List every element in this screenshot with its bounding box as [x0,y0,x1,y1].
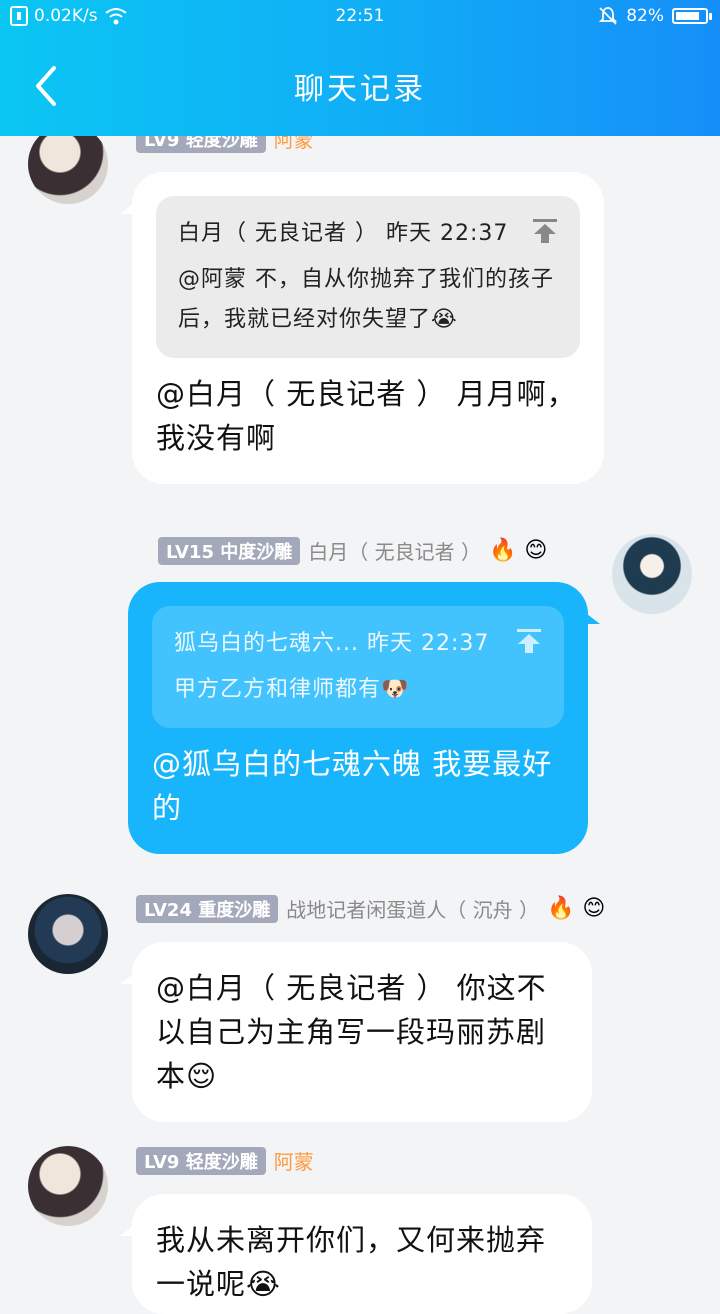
message-bubble[interactable]: 白月（ 无良记者 ） 昨天 22:37 @阿蒙 不，自从你抛弃了我们的孩子后，我… [132,172,604,484]
sender-name[interactable]: 白月（ 无良记者 ） [308,536,481,565]
level-badge: LV24 重度沙雕 [136,894,279,923]
chat-list[interactable]: LV9 轻度沙雕 阿蒙 白月（ 无良记者 ） 昨天 22:37 @阿蒙 不，自从… [0,0,720,1314]
jump-to-message-icon[interactable] [516,628,542,654]
sender-name[interactable]: 阿蒙 [274,1146,314,1175]
fire-badge-icon: 🔥 [546,895,575,921]
avatar[interactable] [28,124,108,204]
quote-header: 白月（ 无良记者 ） 昨天 22:37 [178,221,509,246]
sender-meta: LV9 轻度沙雕 阿蒙 [136,1146,314,1175]
message-bubble[interactable]: 狐乌白的七魂六... 昨天 22:37 甲方乙方和律师都有🐶 @狐乌白的七魂六魄… [128,582,588,854]
quoted-message[interactable]: 狐乌白的七魂六... 昨天 22:37 甲方乙方和律师都有🐶 [152,606,564,728]
battery-icon [672,8,712,24]
sender-meta: LV15 中度沙雕 白月（ 无良记者 ） 🔥 😊 [158,536,547,565]
avatar[interactable] [612,534,692,614]
message-bubble[interactable]: 我从未离开你们，又何来抛弃一说呢😭 [132,1194,592,1314]
sender-meta: LV24 重度沙雕 战地记者闲蛋道人（ 沉舟 ） 🔥 😊 [136,894,605,923]
message-text: @白月（ 无良记者 ） 月月啊，我没有啊 [156,377,577,455]
battery-percent: 82% [626,6,664,26]
quote-text: 甲方乙方和律师都有🐶 [174,677,410,702]
quote-text: @阿蒙 不，自从你抛弃了我们的孩子后，我就已经对你失望了😭 [178,267,554,332]
message-text: @白月（ 无良记者 ） 你这不以自己为主角写一段玛丽苏剧本😌 [156,971,547,1093]
status-bar: 0.02K/s 22:51 82% [0,0,720,36]
level-badge: LV15 中度沙雕 [158,536,301,565]
page-title: 聊天记录 [294,72,426,107]
level-badge: LV9 轻度沙雕 [136,1146,266,1175]
smile-badge-icon: 😊 [582,895,606,921]
avatar[interactable] [28,1146,108,1226]
fire-badge-icon: 🔥 [488,537,517,563]
mute-bell-icon [599,7,618,25]
quoted-message[interactable]: 白月（ 无良记者 ） 昨天 22:37 @阿蒙 不，自从你抛弃了我们的孩子后，我… [156,196,580,358]
title-bar: 0.02K/s 22:51 82% 聊天记录 [0,0,720,136]
avatar[interactable] [28,894,108,974]
message-bubble[interactable]: @白月（ 无良记者 ） 你这不以自己为主角写一段玛丽苏剧本😌 [132,942,592,1122]
quote-header: 狐乌白的七魂六... 昨天 22:37 [174,631,490,656]
message-text: @狐乌白的七魂六魄 我要最好的 [152,747,553,825]
smile-badge-icon: 😊 [524,537,548,563]
sender-name[interactable]: 战地记者闲蛋道人（ 沉舟 ） [286,894,539,923]
message-text: 我从未离开你们，又何来抛弃一说呢😭 [156,1223,547,1301]
jump-to-message-icon[interactable] [532,218,558,244]
